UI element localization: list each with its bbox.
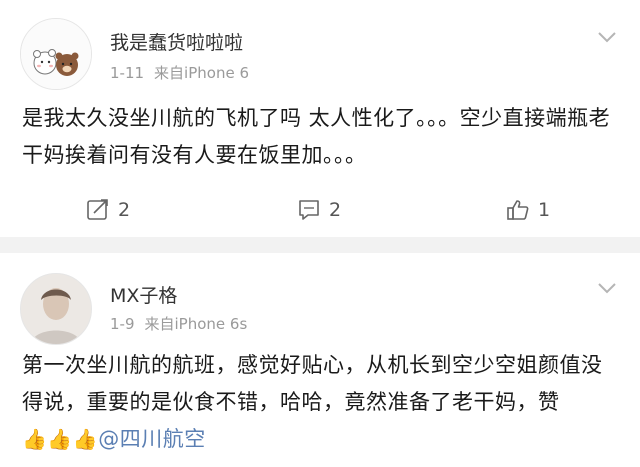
- comment-button[interactable]: 2: [297, 196, 341, 224]
- post-date: 1-11: [110, 64, 145, 82]
- comment-icon: [299, 200, 319, 220]
- post-text: 第一次坐川航的航班，感觉好贴心，从机长到空少空姐颜值没得说，重要的是伙食不错，哈…: [22, 347, 622, 458]
- cartoon-bears-avatar-icon: [21, 19, 91, 89]
- post-separator: [0, 237, 640, 253]
- post-source: 来自iPhone 6: [154, 64, 249, 82]
- repost-button[interactable]: 2: [86, 196, 130, 224]
- avatar[interactable]: [20, 18, 92, 90]
- post-text: 是我太久没坐川航的飞机了吗 太人性化了。。。空少直接端瓶老干妈挨着问有没有人要在…: [22, 106, 611, 167]
- like-button[interactable]: 1: [506, 196, 550, 224]
- weibo-post-1: 我是蠢货啦啦啦 1-11 来自iPhone 6 是我太久没坐川航的飞机了吗 太人性…: [0, 0, 640, 237]
- post-source: 来自iPhone 6s: [144, 315, 248, 333]
- repost-count: 2: [118, 199, 131, 221]
- weibo-post-2: MX子格 1-9 来自iPhone 6s 第一次坐川航的航班，感觉好贴心，从机长到…: [0, 253, 640, 467]
- post-text-content: 第一次坐川航的航班，感觉好贴心，从机长到空少空姐颜值没得说，重要的是伙食不错，哈…: [22, 353, 603, 414]
- comment-count: 2: [329, 199, 342, 221]
- post-meta: 1-11 来自iPhone 6: [110, 62, 259, 83]
- avatar[interactable]: [20, 273, 92, 345]
- post-actions: 2 2 1: [0, 190, 640, 230]
- repost-icon: [87, 199, 108, 220]
- username[interactable]: MX子格: [110, 281, 177, 308]
- chevron-down-icon[interactable]: [596, 26, 618, 48]
- post-date: 1-9: [110, 315, 135, 333]
- post-meta: 1-9 来自iPhone 6s: [110, 313, 257, 334]
- like-count: 1: [538, 199, 551, 221]
- chevron-down-icon[interactable]: [596, 277, 618, 299]
- thumbs-up-emoji: 👍👍👍: [22, 427, 99, 451]
- mention-link[interactable]: @四川航空: [98, 427, 206, 451]
- person-photo-avatar-icon: [21, 274, 91, 344]
- thumbs-up-icon: [507, 200, 529, 220]
- username[interactable]: 我是蠢货啦啦啦: [110, 28, 243, 55]
